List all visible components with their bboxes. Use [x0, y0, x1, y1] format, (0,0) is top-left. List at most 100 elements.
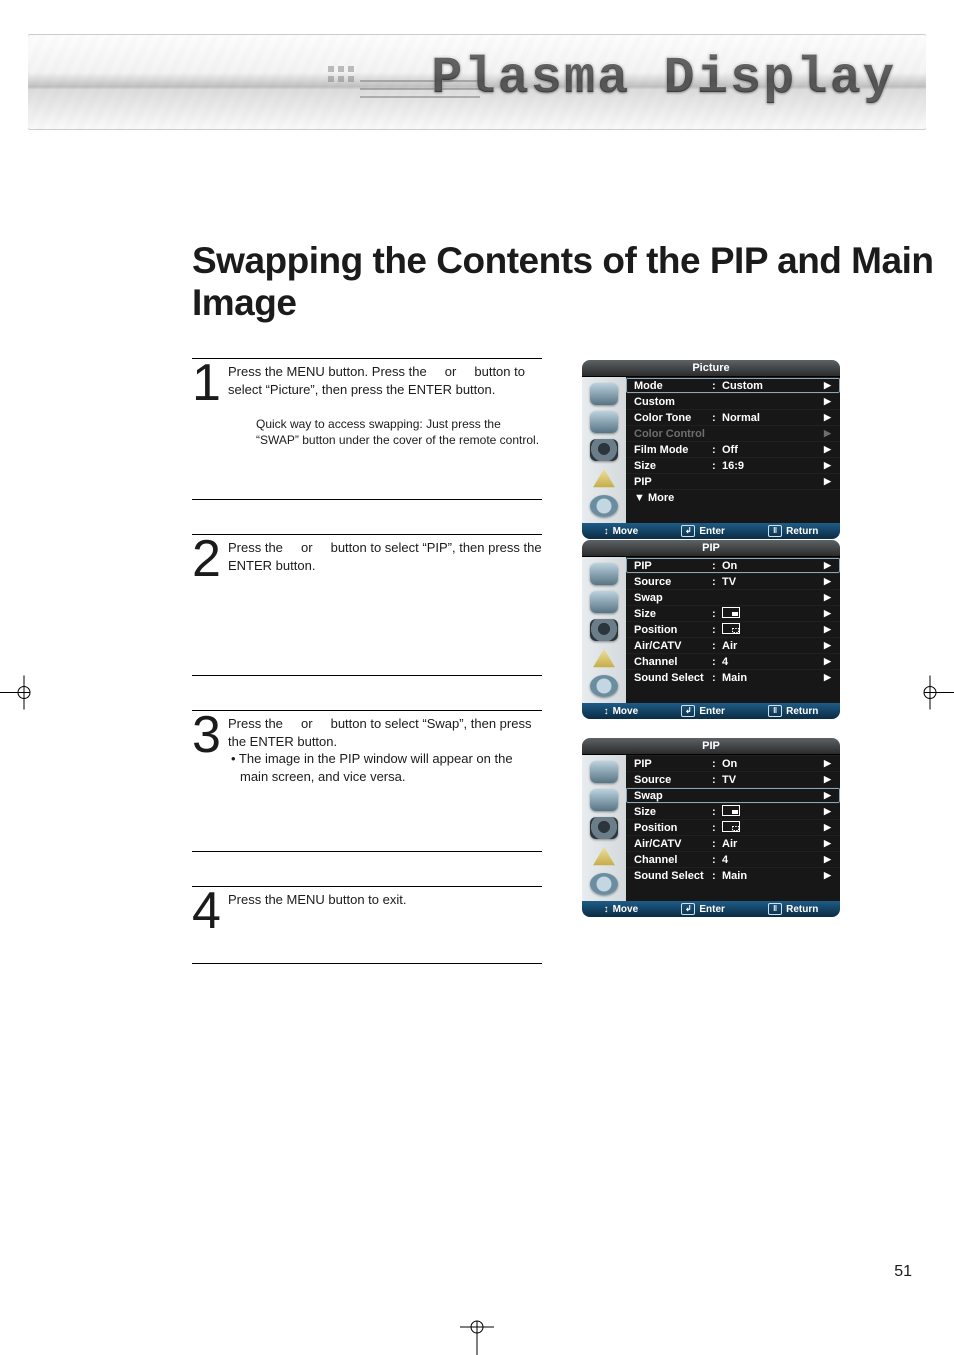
- crop-mark-bottom: [0, 1319, 954, 1355]
- osd-rail-icon: [590, 495, 618, 517]
- osd-hint-return: ‖ Return: [768, 903, 818, 915]
- osd-item-value: Main: [722, 870, 824, 882]
- osd-item-label: Channel: [634, 854, 712, 866]
- step-2: 2Press the or button to select “PIP”, th…: [192, 534, 542, 676]
- osd-menu-item[interactable]: Air/CATV:Air▶: [626, 637, 840, 653]
- banner-title: Plasma Display: [431, 48, 896, 107]
- osd-hint-label: Move: [613, 526, 639, 537]
- chevron-right-icon: ▶: [824, 790, 834, 801]
- osd-item-value: [722, 822, 824, 834]
- osd-menu-item[interactable]: Sound Select:Main▶: [626, 867, 840, 883]
- chevron-right-icon: ▶: [824, 758, 834, 769]
- osd-item-label: Position: [634, 822, 712, 834]
- osd-item-value: 4: [722, 656, 824, 668]
- osd-item-value: Air: [722, 838, 824, 850]
- return-icon: ‖: [768, 525, 782, 537]
- chevron-right-icon: ▶: [824, 576, 834, 587]
- osd-menu-item[interactable]: Color Tone:Normal▶: [626, 409, 840, 425]
- osd-menu-item[interactable]: Film Mode:Off▶: [626, 441, 840, 457]
- enter-icon: ↲: [681, 525, 695, 537]
- osd-rail-icon: [590, 873, 618, 895]
- osd-hint-move: ↕ Move: [604, 904, 639, 915]
- step-1: 1 Press the MENU button. Press the or but…: [192, 358, 542, 500]
- osd-item-sep: :: [712, 624, 722, 636]
- osd-menu-item[interactable]: Source:TV▶: [626, 573, 840, 589]
- osd-menu-item[interactable]: Size:▶: [626, 803, 840, 819]
- osd-menu-item[interactable]: Source:TV▶: [626, 771, 840, 787]
- chevron-right-icon: ▶: [824, 560, 834, 571]
- osd-item-sep: :: [712, 774, 722, 786]
- page-number: 51: [894, 1263, 912, 1281]
- osd-item-value: Air: [722, 640, 824, 652]
- osd-menu-item[interactable]: Channel:4▶: [626, 653, 840, 669]
- osd-rail-icon: [590, 591, 618, 613]
- updown-icon: ↕: [604, 904, 609, 915]
- osd-item-value: Normal: [722, 412, 824, 424]
- osd-rail-icon: [590, 817, 618, 839]
- osd-menu-item[interactable]: PIP:On▶: [626, 755, 840, 771]
- osd-hint-label: Return: [786, 526, 818, 537]
- osd-menu-item[interactable]: Position:▶: [626, 621, 840, 637]
- osd-menu-item[interactable]: Size:16:9▶: [626, 457, 840, 473]
- osd-item-label: PIP: [634, 476, 712, 488]
- chevron-right-icon: ▶: [824, 822, 834, 833]
- osd-item-label: Swap: [634, 790, 712, 802]
- osd-item-sep: :: [712, 838, 722, 850]
- osd-menu-item[interactable]: Sound Select:Main▶: [626, 669, 840, 685]
- osd-footer: ↕Move↲Enter‖Return: [582, 523, 840, 539]
- osd-hint-label: Return: [786, 706, 818, 717]
- step-instruction: Press the MENU button to exit.: [228, 891, 542, 909]
- step-instruction: Press the MENU button. Press the or butt…: [228, 363, 542, 398]
- osd-item-sep: :: [712, 380, 722, 392]
- osd-item-sep: :: [712, 758, 722, 770]
- osd-hint-enter: ↲Enter: [681, 903, 725, 915]
- osd-menu-item[interactable]: Swap ▶: [626, 787, 840, 803]
- osd-title: Picture: [582, 360, 840, 377]
- osd-menu-item[interactable]: Swap▶: [626, 589, 840, 605]
- step-number: 3: [192, 713, 218, 757]
- osd-item-sep: :: [712, 412, 722, 424]
- osd-rail-icon: [591, 467, 617, 489]
- osd-item-value: [722, 806, 824, 818]
- osd-item-value: Main: [722, 672, 824, 684]
- chevron-right-icon: ▶: [824, 806, 834, 817]
- osd-hint-label: Return: [786, 904, 818, 915]
- osd-item-sep: :: [712, 672, 722, 684]
- updown-icon: ↕: [604, 526, 609, 537]
- chevron-right-icon: ▶: [824, 380, 834, 391]
- osd-menu-item[interactable]: Custom▶: [626, 393, 840, 409]
- osd-menu-item[interactable]: Channel:4▶: [626, 851, 840, 867]
- osd-menu-item[interactable]: Size:▶: [626, 605, 840, 621]
- osd-item-label: PIP: [634, 758, 712, 770]
- osd-menu-item[interactable]: Air/CATV:Air▶: [626, 835, 840, 851]
- step-number: 1: [192, 361, 218, 405]
- osd-item-label: Film Mode: [634, 444, 712, 456]
- osd-rail-icon: [591, 647, 617, 669]
- osd-hint-move: ↕ Move: [604, 526, 639, 537]
- osd-hint-move: ↕Move: [604, 706, 639, 717]
- osd-menu-list: PIP:On▶Source:TV▶Swap▶Size:▶Position:▶Ai…: [626, 755, 840, 901]
- osd-item-label: Size: [634, 806, 712, 818]
- chevron-right-icon: ▶: [824, 870, 834, 881]
- osd-menu-item[interactable]: Mode:Custom▶: [626, 377, 840, 393]
- step-4: 4Press the MENU button to exit.: [192, 886, 542, 964]
- chevron-right-icon: ▶: [824, 838, 834, 849]
- osd-menu-item[interactable]: Position:▶: [626, 819, 840, 835]
- chevron-right-icon: ▶: [824, 396, 834, 407]
- step-instruction: Press the or button to select “PIP”, the…: [228, 539, 542, 574]
- osd-icon-rail: [582, 755, 626, 901]
- osd-hint-label: Move: [613, 706, 639, 717]
- osd-menu-item[interactable]: PIP▶: [626, 473, 840, 489]
- chevron-right-icon: ▶: [824, 672, 834, 683]
- osd-menu-item[interactable]: Color Control▶: [626, 425, 840, 441]
- osd-item-sep: :: [712, 640, 722, 652]
- osd-item-sep: :: [712, 656, 722, 668]
- osd-menu-list: Mode:Custom▶Custom▶Color Tone:Normal▶Col…: [626, 377, 840, 523]
- osd-menu-item[interactable]: PIP:On▶: [626, 557, 840, 573]
- osd-hint-label: Move: [613, 904, 639, 915]
- return-icon: ‖: [768, 903, 782, 915]
- osd-item-value: Custom: [722, 380, 824, 392]
- osd-menu-item[interactable]: ▼ More: [626, 489, 840, 505]
- osd-item-label: Channel: [634, 656, 712, 668]
- chevron-right-icon: ▶: [824, 592, 834, 603]
